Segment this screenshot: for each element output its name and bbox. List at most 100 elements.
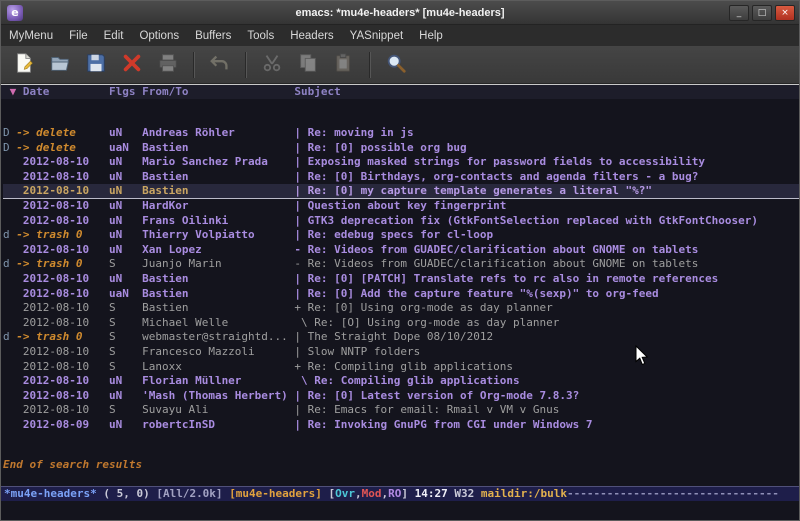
mark-flag: D [3,126,16,139]
message-from: HardKor [142,199,294,212]
maximize-button[interactable]: □ [752,5,772,21]
message-row[interactable]: 2012-08-10 S Suvayu Ali | Re: Emacs for … [3,403,799,418]
message-row-current[interactable]: 2012-08-10 uN Bastien | Re: [0] my captu… [3,184,799,199]
menu-item-tools[interactable]: Tools [239,27,282,45]
message-row[interactable]: 2012-08-10 S Bastien + Re: [0] Using org… [3,301,799,316]
title-bar[interactable]: e emacs: *mu4e-headers* [mu4e-headers] _… [1,1,799,25]
message-subject: | Re: Invoking GnuPG from CGI under Wind… [294,418,592,431]
message-row[interactable]: 2012-08-09 uN robertcInSD | Re: Invoking… [3,418,799,433]
message-from: Suvayu Ali [142,403,294,416]
menu-item-help[interactable]: Help [411,27,451,45]
message-row[interactable]: 2012-08-10 uN 'Mash (Thomas Herbert) | R… [3,389,799,404]
message-from: Bastien [142,170,294,183]
message-row[interactable]: d -> trash 0 S Juanjo Marin - Re: Videos… [3,257,799,272]
header-line[interactable]: ▼ Date Flgs From/To Subject [1,84,799,99]
mark-flag [3,345,16,358]
modeline-dashes: -------------------------------- [567,487,779,500]
message-row[interactable]: D -> delete uN Andreas Röhler | Re: movi… [3,126,799,141]
message-row[interactable]: 2012-08-10 uN Mario Sanchez Prada | Expo… [3,155,799,170]
message-from: Michael Welle [142,316,294,329]
message-subject: | Re: edebug specs for cl-loop [294,228,493,241]
copy-icon [297,52,319,77]
message-date: 2012-08-10 [16,214,109,227]
menu-item-edit[interactable]: Edit [96,27,132,45]
message-row[interactable]: 2012-08-10 uN Frans Oilinki | GTK3 depre… [3,214,799,229]
menu-item-yasnippet[interactable]: YASnippet [342,27,412,45]
message-date: 2012-08-10 [16,316,109,329]
mark-flag [3,389,16,402]
copy-button [293,50,323,80]
toolbar-separator [193,52,195,78]
message-from: Thierry Volpiatto [142,228,294,241]
message-subject: | Re: [0] Birthdays, org-contacts and ag… [294,170,698,183]
mark-target: -> trash 0 [16,330,109,343]
message-row[interactable]: 2012-08-10 uN HardKor | Question about k… [3,199,799,214]
message-row[interactable]: 2012-08-10 S Lanoxx + Re: Compiling glib… [3,360,799,375]
paste-icon [333,52,355,77]
message-row[interactable]: 2012-08-10 uN Bastien | Re: [0] [PATCH] … [3,272,799,287]
tool-bar [1,46,799,84]
message-row[interactable]: 2012-08-10 uN Xan Lopez - Re: Videos fro… [3,243,799,258]
message-row[interactable]: 2012-08-10 uaN Bastien | Re: [0] Add the… [3,287,799,302]
message-subject: | Re: Emacs for email: Rmail v VM v Gnus [294,403,559,416]
message-row[interactable]: 2012-08-10 S Michael Welle \ Re: [O] Usi… [3,316,799,331]
mark-flag [3,403,16,416]
search-icon [385,52,407,77]
undo-icon [209,52,231,77]
open-file-button[interactable] [45,50,75,80]
window-title: emacs: *mu4e-headers* [mu4e-headers] [1,7,799,19]
message-flags: uN [109,214,142,227]
minimize-button[interactable]: _ [729,5,749,21]
message-row[interactable]: 2012-08-10 uN Bastien | Re: [0] Birthday… [3,170,799,185]
message-date: 2012-08-10 [16,243,109,256]
column-header-subject[interactable]: Subject [294,85,340,98]
column-header-flags[interactable]: Flgs [109,85,142,98]
message-subject: | Question about key fingerprint [294,199,506,212]
mark-flag [3,374,16,387]
message-date: 2012-08-10 [16,389,109,402]
modeline-maildir: maildir:/bulk [481,487,567,500]
message-row[interactable]: 2012-08-10 S Francesco Mazzoli | Slow NN… [3,345,799,360]
mode-line: *mu4e-headers* ( 5, 0) [All/2.0k] [mu4e-… [1,486,799,501]
emacs-app-icon: e [7,5,23,21]
menu-item-file[interactable]: File [61,27,96,45]
echo-area[interactable] [1,501,799,520]
new-file-icon [13,52,35,77]
mark-flag [3,360,16,373]
close-button[interactable]: × [775,5,795,21]
menu-item-buffers[interactable]: Buffers [187,27,239,45]
modeline-major-mode: [mu4e-headers] [229,487,328,500]
kill-buffer-button[interactable] [117,50,147,80]
save-button[interactable] [81,50,111,80]
menu-bar: MyMenuFileEditOptionsBuffersToolsHeaders… [1,25,799,46]
column-header-date[interactable]: Date [16,85,109,98]
sort-direction-icon[interactable]: ▼ [3,85,16,98]
mark-flag [3,418,16,431]
message-from: Lanoxx [142,360,294,373]
message-date: 2012-08-10 [16,184,109,197]
message-from: Frans Oilinki [142,214,294,227]
menu-item-mymenu[interactable]: MyMenu [1,27,61,45]
message-subject: | Re: [0] [PATCH] Translate refs to rc a… [294,272,718,285]
message-row[interactable]: d -> trash 0 uN Thierry Volpiatto | Re: … [3,228,799,243]
search-button[interactable] [381,50,411,80]
message-from: Florian Müllner [142,374,294,387]
mark-flag: d [3,257,16,270]
message-row[interactable]: D -> delete uaN Bastien | Re: [0] possib… [3,141,799,156]
menu-item-headers[interactable]: Headers [282,27,341,45]
column-header-from[interactable]: From/To [142,85,294,98]
message-row[interactable]: 2012-08-10 uN Florian Müllner \ Re: Comp… [3,374,799,389]
message-flags: S [109,330,142,343]
message-subject: | Re: moving in js [294,126,413,139]
message-subject: | Re: [0] my capture template generates … [294,184,652,197]
new-file-button[interactable] [9,50,39,80]
message-subject: | Slow NNTP folders [294,345,420,358]
menu-item-options[interactable]: Options [131,27,187,45]
message-from: Bastien [142,184,294,197]
message-flags: uN [109,155,142,168]
modeline-buffer-name: *mu4e-headers* [4,487,97,500]
message-flags: S [109,403,142,416]
headers-buffer: D -> delete uN Andreas Röhler | Re: movi… [1,99,799,486]
message-subject: \ Re: Compiling glib applications [294,374,519,387]
message-row[interactable]: d -> trash 0 S webmaster@straightd... | … [3,330,799,345]
